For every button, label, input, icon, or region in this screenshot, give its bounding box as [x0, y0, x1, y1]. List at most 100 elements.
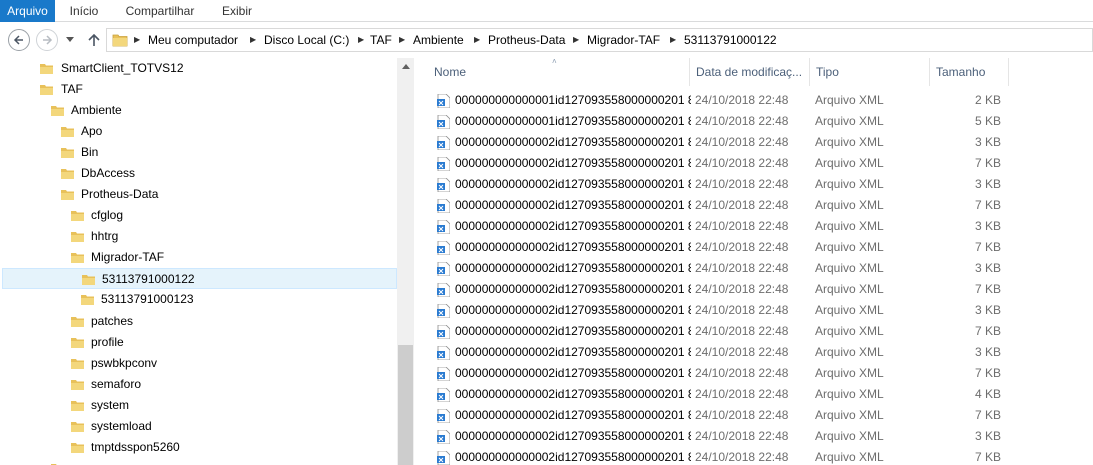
breadcrumb-separator-icon[interactable]: ▶ [250, 29, 256, 51]
tree-item-patches[interactable]: patches [0, 311, 397, 332]
file-date: 24/10/2018 22:48 [695, 324, 789, 338]
breadcrumb-separator-icon[interactable]: ▶ [670, 29, 676, 51]
tree-item-systemload[interactable]: systemload [0, 416, 397, 437]
file-size: 3 KB [974, 303, 1001, 317]
scroll-thumb[interactable] [398, 345, 413, 465]
file-row[interactable]: 000000000000002id127093558000000201 8...… [414, 342, 1093, 363]
file-type: Arquivo XML [815, 261, 884, 275]
file-size: 7 KB [974, 156, 1001, 170]
file-row[interactable]: 000000000000002id127093558000000201 8...… [414, 384, 1093, 405]
breadcrumb-separator-icon[interactable]: ▶ [399, 29, 405, 51]
breadcrumb-current-folder[interactable]: 53113791000122 [684, 29, 777, 51]
back-button[interactable] [8, 29, 30, 51]
file-size: 7 KB [974, 366, 1001, 380]
address-bar[interactable]: ▶ Meu computador ▶ Disco Local (C:) ▶ TA… [106, 28, 1093, 52]
xml-file-icon [437, 367, 450, 381]
scroll-up-button[interactable] [397, 58, 414, 75]
file-date: 24/10/2018 22:48 [695, 177, 789, 191]
file-row[interactable]: 000000000000001id127093558000000201 8...… [414, 111, 1093, 132]
tree-item-label: DbAccess [81, 166, 136, 180]
tab-inicio[interactable]: Início [62, 0, 106, 22]
file-type: Arquivo XML [815, 240, 884, 254]
file-row[interactable]: 000000000000001id127093558000000201 8...… [414, 90, 1093, 111]
tree-item-apo[interactable]: Apo [0, 121, 397, 142]
file-date: 24/10/2018 22:48 [695, 450, 789, 464]
forward-button[interactable] [36, 29, 58, 51]
column-header-date[interactable]: Data de modificaç... [690, 58, 810, 86]
file-row[interactable]: 000000000000002id127093558000000201 8...… [414, 153, 1093, 174]
file-size: 3 KB [974, 135, 1001, 149]
xml-file-icon [437, 178, 450, 192]
breadcrumb-protheus-data[interactable]: Protheus-Data [488, 29, 565, 51]
xml-file-icon [437, 430, 450, 444]
tab-exibir[interactable]: Exibir [214, 0, 260, 22]
tree-item-system[interactable]: system [0, 395, 397, 416]
tree-item-cfglog[interactable]: cfglog [0, 205, 397, 226]
up-arrow-icon[interactable] [88, 33, 100, 47]
tree-scrollbar[interactable] [397, 58, 414, 465]
file-row[interactable]: 000000000000002id127093558000000201 8...… [414, 405, 1093, 426]
folder-icon [71, 317, 84, 327]
tree-item-dbaccess[interactable]: DbAccess [0, 163, 397, 184]
file-row[interactable]: 000000000000002id127093558000000201 8...… [414, 279, 1093, 300]
breadcrumb-separator-icon[interactable]: ▶ [358, 29, 364, 51]
file-row[interactable]: 000000000000002id127093558000000201 8...… [414, 237, 1093, 258]
tree-item-semaforo[interactable]: semaforo [0, 374, 397, 395]
file-row[interactable]: 000000000000002id127093558000000201 8...… [414, 216, 1093, 237]
column-header-type[interactable]: Tipo [810, 58, 930, 86]
file-row[interactable]: 000000000000002id127093558000000201 8...… [414, 174, 1093, 195]
file-name: 000000000000002id127093558000000201 8... [455, 198, 691, 212]
folder-icon [112, 34, 128, 47]
breadcrumb-separator-icon[interactable]: ▶ [474, 29, 480, 51]
file-name: 000000000000002id127093558000000201 8... [455, 219, 691, 233]
file-name: 000000000000002id127093558000000201 8... [455, 324, 691, 338]
tree-item-bin[interactable]: Bin [0, 142, 397, 163]
tree-item-migrador-taf[interactable]: Migrador-TAF [0, 247, 397, 268]
file-row[interactable]: 000000000000002id127093558000000201 8...… [414, 363, 1093, 384]
column-header-size[interactable]: Tamanho [930, 58, 1009, 86]
file-row[interactable]: 000000000000002id127093558000000201 8...… [414, 426, 1093, 447]
file-size: 3 KB [974, 345, 1001, 359]
tree-item-label: 53113791000122 [102, 272, 195, 286]
file-row[interactable]: 000000000000002id127093558000000201 8...… [414, 195, 1093, 216]
tree-item-tmptdsspon5260[interactable]: tmptdsspon5260 [0, 437, 397, 458]
file-row[interactable]: 000000000000002id127093558000000201 8...… [414, 258, 1093, 279]
tree-item-smartclient[interactable]: SmartClient_TOTVS12 [0, 58, 397, 79]
column-header-name[interactable]: Nome [428, 58, 690, 86]
breadcrumb-separator-icon[interactable]: ▶ [134, 29, 140, 51]
tree-item-53113791000123[interactable]: 53113791000123 [0, 289, 397, 310]
file-row[interactable]: 000000000000002id127093558000000201 8...… [414, 132, 1093, 153]
tree-item-ambiente[interactable]: Ambiente [0, 100, 397, 121]
tab-arquivo[interactable]: Arquivo [0, 0, 55, 22]
folder-icon [71, 422, 84, 432]
file-name: 000000000000001id127093558000000201 8... [455, 114, 691, 128]
tree-item-53113791000122[interactable]: 53113791000122 [2, 268, 397, 289]
breadcrumb-separator-icon[interactable]: ▶ [573, 29, 579, 51]
recent-locations-dropdown-icon[interactable] [66, 37, 74, 43]
file-row[interactable]: 000000000000002id127093558000000201 8...… [414, 321, 1093, 342]
xml-file-icon [437, 409, 450, 423]
tree-item-protheus-data[interactable]: Protheus-Data [0, 184, 397, 205]
xml-file-icon [437, 262, 450, 276]
file-type: Arquivo XML [815, 135, 884, 149]
tab-compartilhar[interactable]: Compartilhar [117, 0, 203, 22]
tree-item-hhtrg[interactable]: hhtrg [0, 226, 397, 247]
file-name: 000000000000001id127093558000000201 8... [455, 93, 691, 107]
tree-item-profile[interactable]: profile [0, 332, 397, 353]
file-size: 7 KB [974, 324, 1001, 338]
file-name: 000000000000002id127093558000000201 8... [455, 387, 691, 401]
breadcrumb-disco-local[interactable]: Disco Local (C:) [264, 29, 349, 51]
file-name: 000000000000002id127093558000000201 8... [455, 177, 691, 191]
breadcrumb-ambiente[interactable]: Ambiente [413, 29, 464, 51]
tree-item-partial[interactable] [0, 458, 397, 465]
tree-item-taf[interactable]: TAF [0, 79, 397, 100]
breadcrumb-meu-computador[interactable]: Meu computador [148, 29, 238, 51]
tree-item-label: 53113791000123 [101, 292, 194, 306]
file-date: 24/10/2018 22:48 [695, 114, 789, 128]
breadcrumb-taf[interactable]: TAF [370, 29, 392, 51]
file-type: Arquivo XML [815, 282, 884, 296]
tree-item-pswbkpconv[interactable]: pswbkpconv [0, 353, 397, 374]
file-row[interactable]: 000000000000002id127093558000000201 8...… [414, 300, 1093, 321]
file-row[interactable]: 000000000000002id127093558000000201 8...… [414, 447, 1093, 465]
breadcrumb-migrador-taf[interactable]: Migrador-TAF [587, 29, 660, 51]
